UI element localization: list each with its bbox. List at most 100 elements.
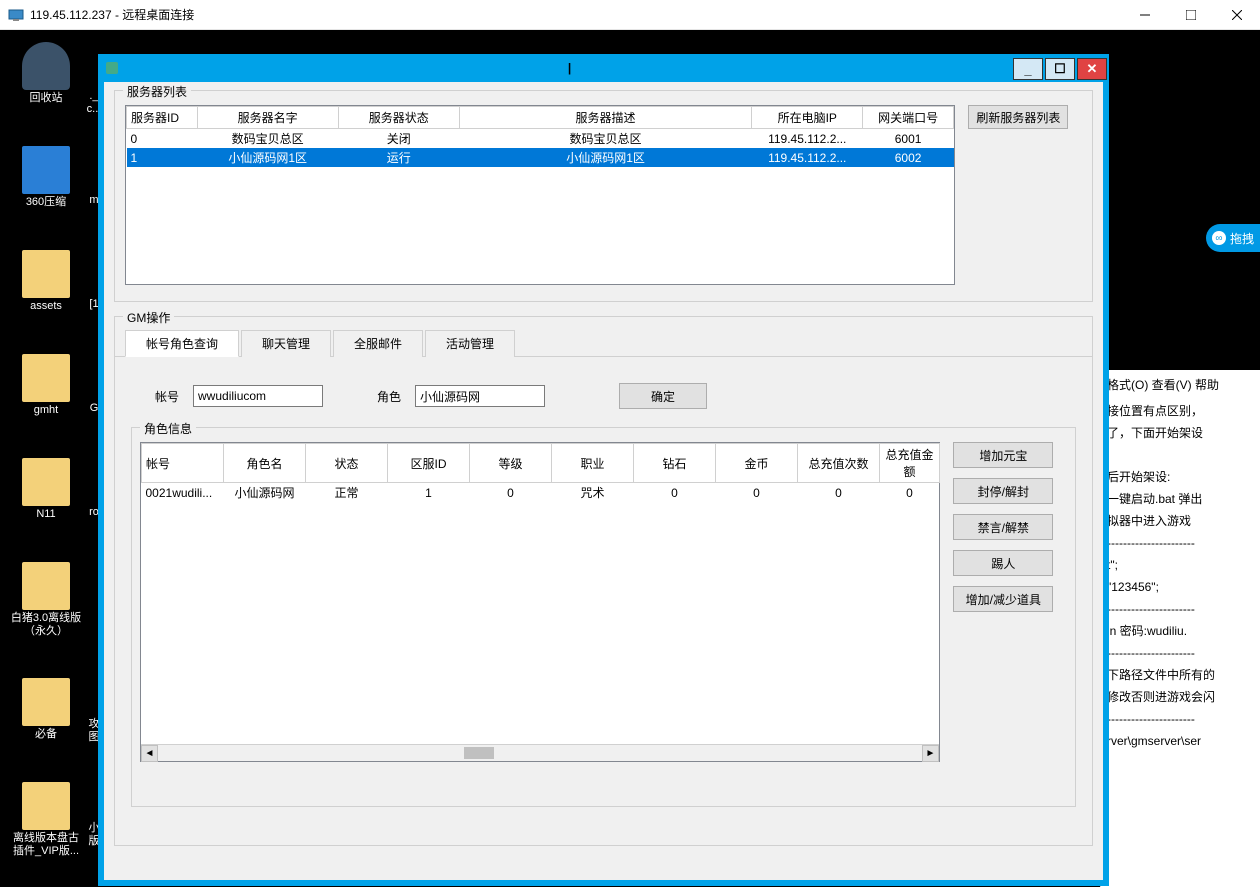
kick-button[interactable]: 踢人: [953, 550, 1053, 576]
col-name[interactable]: 角色名: [224, 444, 306, 483]
notepad-line: ----------------------: [1107, 642, 1254, 664]
col-status[interactable]: 状态: [306, 444, 388, 483]
window-controls: [1122, 0, 1260, 29]
desktop-icon-assets[interactable]: assets: [8, 250, 84, 313]
col-status[interactable]: 服务器状态: [338, 107, 459, 129]
table-header-row: 服务器ID 服务器名字 服务器状态 服务器描述 所在电脑IP 网关端口号: [127, 107, 954, 129]
recycle-bin-icon: [22, 42, 70, 90]
col-desc[interactable]: 服务器描述: [459, 107, 751, 129]
confirm-button[interactable]: 确定: [619, 383, 707, 409]
drag-label: 拖拽: [1230, 230, 1254, 247]
col-name[interactable]: 服务器名字: [197, 107, 338, 129]
scroll-right-arrow[interactable]: ►: [922, 745, 939, 762]
desktop-icon-lixian[interactable]: 离线版本盘古插件_VIP版...: [8, 782, 84, 858]
col-gold[interactable]: 金币: [716, 444, 798, 483]
server-table[interactable]: 服务器ID 服务器名字 服务器状态 服务器描述 所在电脑IP 网关端口号: [125, 105, 955, 285]
cell: 数码宝贝总区: [459, 129, 751, 149]
col-topup-count[interactable]: 总充值次数: [798, 444, 880, 483]
mute-unmute-button[interactable]: 禁言/解禁: [953, 514, 1053, 540]
notepad-line: 后开始架设:: [1107, 466, 1254, 488]
minimize-button[interactable]: [1122, 0, 1168, 29]
tab-server-mail[interactable]: 全服邮件: [333, 330, 423, 357]
folder-icon: [22, 458, 70, 506]
server-list-group: 服务器列表 服务器ID 服务器名字 服务器状态 服务器描述 所在电脑IP: [114, 90, 1093, 302]
notepad-window: 格式(O) 查看(V) 帮助 接位置有点区别， 了，下面开始架设 后开始架设: …: [1100, 370, 1260, 887]
gm-tabs: 帐号角色查询 聊天管理 全服邮件 活动管理: [115, 329, 1092, 357]
role-table[interactable]: 帐号 角色名 状态 区服ID 等级 职业 钻石 金币 总充值次数: [140, 442, 940, 762]
col-port[interactable]: 网关端口号: [863, 107, 954, 129]
notepad-line: 拟器中进入游戏: [1107, 510, 1254, 532]
cell: 0: [716, 483, 798, 503]
desktop-icon-recycle-bin[interactable]: 回收站: [8, 42, 84, 105]
cell: 咒术: [552, 483, 634, 503]
desktop-icon-baizhu[interactable]: 白猪3.0离线版（永久）: [8, 562, 84, 638]
maximize-button[interactable]: [1168, 0, 1214, 29]
tab-chat-management[interactable]: 聊天管理: [241, 330, 331, 357]
icon-label: 必备: [8, 728, 84, 741]
query-form: 帐号 角色 确定: [125, 359, 1082, 423]
share-icon: ∞: [1212, 231, 1226, 245]
tab-account-query[interactable]: 帐号角色查询: [125, 330, 239, 357]
role-row[interactable]: 0021wudili... 小仙源码网 正常 1 0 咒术 0 0 0: [142, 483, 940, 503]
scroll-track[interactable]: [158, 745, 922, 761]
server-row[interactable]: 0 数码宝贝总区 关闭 数码宝贝总区 119.45.112.2... 6001: [127, 129, 954, 149]
cell: 119.45.112.2...: [752, 129, 863, 149]
gm-titlebar[interactable]: | _ ☐ ✕: [98, 54, 1109, 82]
col-id[interactable]: 服务器ID: [127, 107, 198, 129]
cell: 6002: [863, 148, 954, 167]
notepad-line: t";: [1107, 554, 1254, 576]
folder-icon: [22, 782, 70, 830]
scroll-thumb[interactable]: [464, 747, 494, 759]
desktop-icon-gmht[interactable]: gmht: [8, 354, 84, 417]
col-diamond[interactable]: 钻石: [634, 444, 716, 483]
remote-desktop: 回收站 360压缩 assets gmht N11 白猪3.0离线版（永久） 必…: [0, 30, 1260, 887]
account-input[interactable]: [193, 385, 323, 407]
server-row-selected[interactable]: 1 小仙源码网1区 运行 小仙源码网1区 119.45.112.2... 600…: [127, 148, 954, 167]
role-label: 角色: [377, 388, 401, 405]
cell: 0021wudili...: [142, 483, 224, 503]
scroll-left-arrow[interactable]: ◄: [141, 745, 158, 762]
notepad-line: 下路径文件中所有的: [1107, 664, 1254, 686]
col-level[interactable]: 等级: [470, 444, 552, 483]
close-button[interactable]: [1214, 0, 1260, 29]
desktop-icon-n11[interactable]: N11: [8, 458, 84, 521]
account-label: 帐号: [155, 388, 179, 405]
notepad-menu[interactable]: 格式(O) 查看(V) 帮助: [1107, 374, 1254, 396]
server-list-legend: 服务器列表: [123, 83, 191, 100]
gm-title: |: [126, 61, 1013, 75]
desktop-icon-360zip[interactable]: 360压缩: [8, 146, 84, 209]
tab-event-management[interactable]: 活动管理: [425, 330, 515, 357]
col-topup-amount[interactable]: 总充值金额: [880, 444, 940, 483]
horizontal-scrollbar[interactable]: ◄ ►: [141, 744, 939, 761]
col-ip[interactable]: 所在电脑IP: [752, 107, 863, 129]
ban-unban-button[interactable]: 封停/解封: [953, 478, 1053, 504]
cell: 数码宝贝总区: [197, 129, 338, 149]
notepad-line: ----------------------: [1107, 598, 1254, 620]
cell: 正常: [306, 483, 388, 503]
gm-ops-legend: GM操作: [123, 309, 174, 326]
add-remove-items-button[interactable]: 增加/减少道具: [953, 586, 1053, 612]
icon-label: 360压缩: [8, 196, 84, 209]
col-job[interactable]: 职业: [552, 444, 634, 483]
add-gold-button[interactable]: 增加元宝: [953, 442, 1053, 468]
notepad-line: 了，下面开始架设: [1107, 422, 1254, 444]
folder-icon: [22, 678, 70, 726]
role-info-group: 角色信息 帐号 角色名 状态 区服ID: [131, 427, 1076, 807]
desktop-icon-bibei[interactable]: 必备: [8, 678, 84, 741]
icon-label: gmht: [8, 404, 84, 417]
inner-maximize-button[interactable]: ☐: [1045, 58, 1075, 80]
notepad-line: in 密码:wudiliu.: [1107, 620, 1254, 642]
col-zone[interactable]: 区服ID: [388, 444, 470, 483]
refresh-server-list-button[interactable]: 刷新服务器列表: [968, 105, 1068, 129]
icon-label: 回收站: [8, 92, 84, 105]
col-acct[interactable]: 帐号: [142, 444, 224, 483]
inner-minimize-button[interactable]: _: [1013, 58, 1043, 80]
drag-handle-tab[interactable]: ∞ 拖拽: [1206, 224, 1260, 252]
inner-close-button[interactable]: ✕: [1077, 58, 1107, 80]
rdp-titlebar[interactable]: 119.45.112.237 - 远程桌面连接: [0, 0, 1260, 30]
cell: 119.45.112.2...: [752, 148, 863, 167]
rdp-window: 119.45.112.237 - 远程桌面连接 回收站 360压缩 assets: [0, 0, 1260, 887]
icon-label: 离线版本盘古插件_VIP版...: [8, 832, 84, 858]
role-input[interactable]: [415, 385, 545, 407]
notepad-line: ----------------------: [1107, 708, 1254, 730]
